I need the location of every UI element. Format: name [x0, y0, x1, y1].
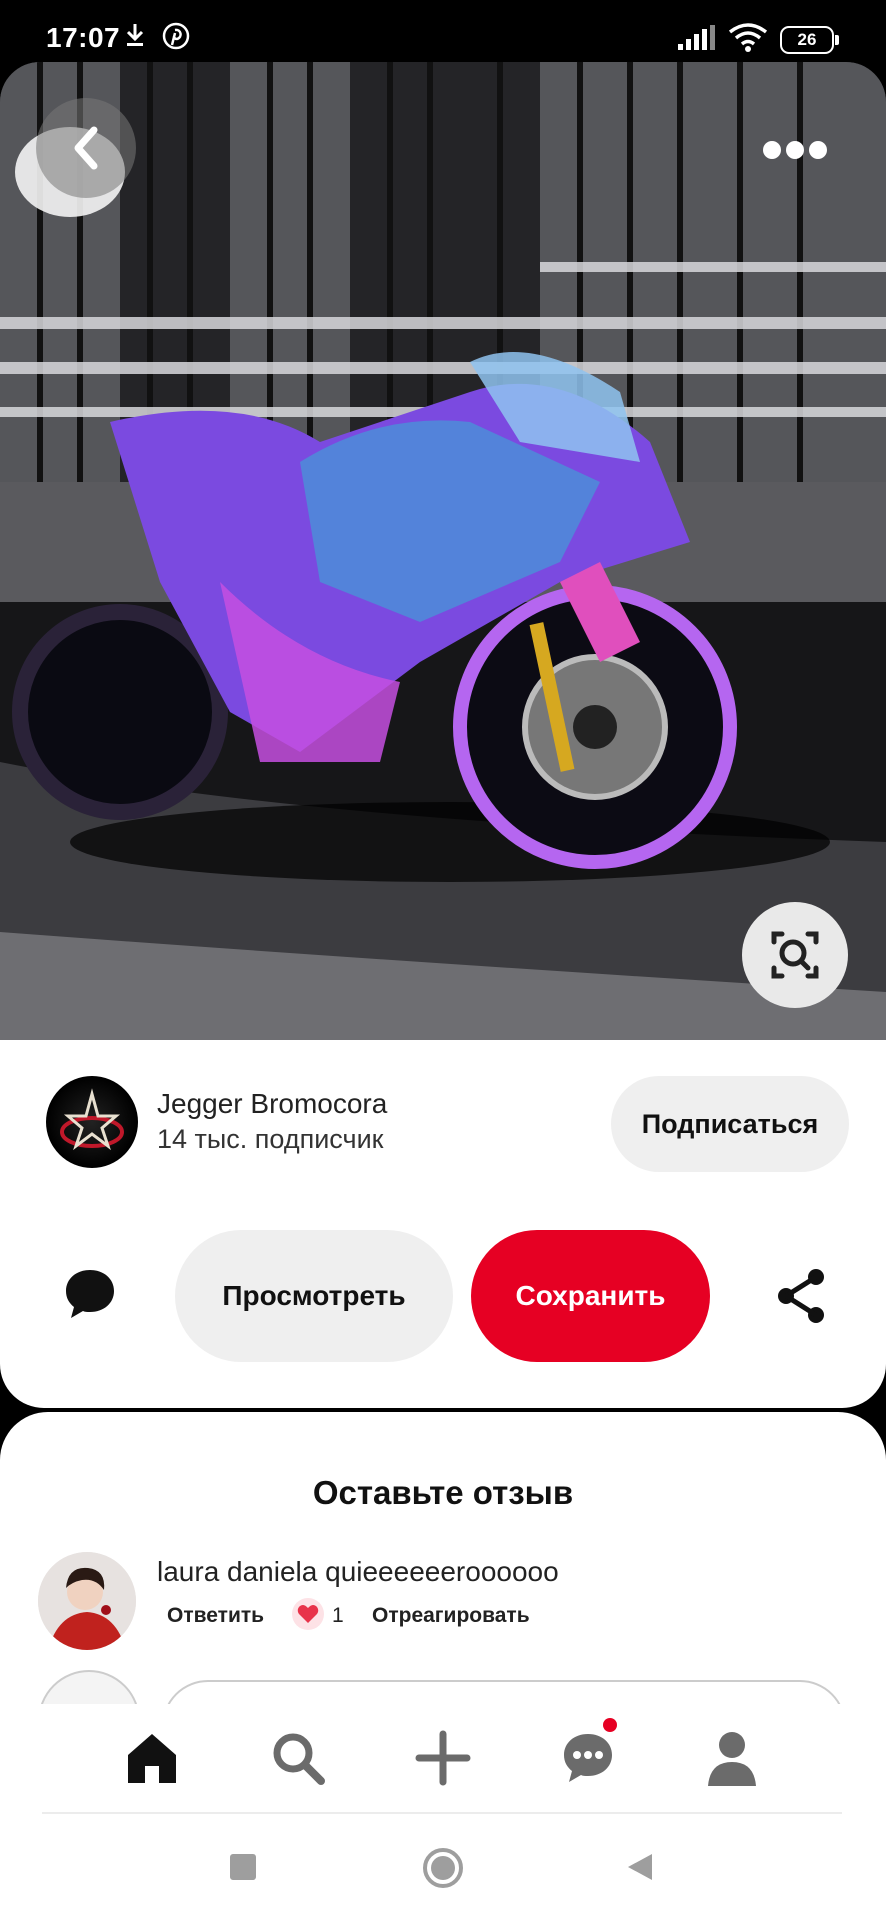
reaction-count: 1 — [332, 1604, 344, 1627]
square-icon — [230, 1854, 256, 1880]
nav-create[interactable] — [413, 1728, 473, 1788]
commenter-photo — [38, 1552, 136, 1650]
author-name[interactable]: Jegger Bromocora — [157, 1088, 387, 1120]
save-button[interactable]: Сохранить — [471, 1230, 710, 1362]
commenter-avatar[interactable] — [38, 1552, 136, 1650]
chevron-left-icon — [74, 126, 98, 170]
home-icon — [128, 1734, 176, 1783]
review-title: Оставьте отзыв — [312, 1474, 574, 1511]
back-button[interactable] — [36, 98, 136, 198]
pinterest-icon — [162, 22, 190, 55]
visual-search-button[interactable] — [742, 902, 848, 1008]
plus-icon — [415, 1730, 471, 1786]
comment-button[interactable] — [62, 1266, 118, 1327]
status-bar: 17:07 26 — [0, 0, 886, 64]
reply-button[interactable]: Ответить — [167, 1604, 264, 1628]
more-horizontal-icon — [763, 141, 827, 159]
lens-icon — [771, 931, 819, 979]
motorcycle-photo — [0, 62, 886, 1042]
reaction-heart-icon[interactable] — [292, 1598, 324, 1630]
more-options-button[interactable] — [760, 138, 830, 162]
comment-text: laura daniela quieeeeeeroooooo — [157, 1556, 559, 1587]
signal-icon — [676, 24, 718, 57]
download-icon — [124, 22, 146, 53]
wifi-icon — [728, 22, 768, 57]
battery-icon: 26 — [780, 26, 839, 54]
view-button[interactable]: Просмотреть — [175, 1230, 453, 1362]
share-button[interactable] — [774, 1267, 828, 1330]
nav-profile[interactable] — [702, 1728, 762, 1788]
profile-icon — [708, 1732, 756, 1786]
battery-level: 26 — [797, 30, 817, 49]
pin-info-card: Jegger Bromocora 14 тыс. подписчик Подпи… — [0, 1040, 886, 1408]
circle-icon — [423, 1848, 463, 1888]
share-icon — [778, 1269, 824, 1323]
chat-icon — [564, 1734, 612, 1782]
followers-count: 14 тыс. подписчик — [157, 1124, 384, 1154]
comment-icon — [66, 1270, 114, 1318]
recents-button[interactable] — [229, 1853, 257, 1886]
notification-dot — [603, 1718, 617, 1732]
nav-messages[interactable] — [558, 1728, 618, 1788]
system-nav-bar — [0, 1814, 886, 1920]
home-system-button[interactable] — [422, 1847, 464, 1894]
triangle-back-icon — [628, 1854, 652, 1880]
status-time: 17:07 — [46, 22, 121, 53]
bottom-nav — [0, 1704, 886, 1814]
react-button[interactable]: Отреагировать — [372, 1604, 530, 1628]
nav-home[interactable] — [122, 1728, 182, 1788]
author-avatar[interactable] — [46, 1076, 138, 1168]
follow-button[interactable]: Подписаться — [611, 1076, 849, 1172]
author-logo-icon — [60, 1088, 124, 1151]
back-system-button[interactable] — [626, 1852, 654, 1887]
nav-search[interactable] — [268, 1728, 328, 1788]
pin-image[interactable] — [0, 62, 886, 1042]
search-icon — [273, 1733, 325, 1785]
